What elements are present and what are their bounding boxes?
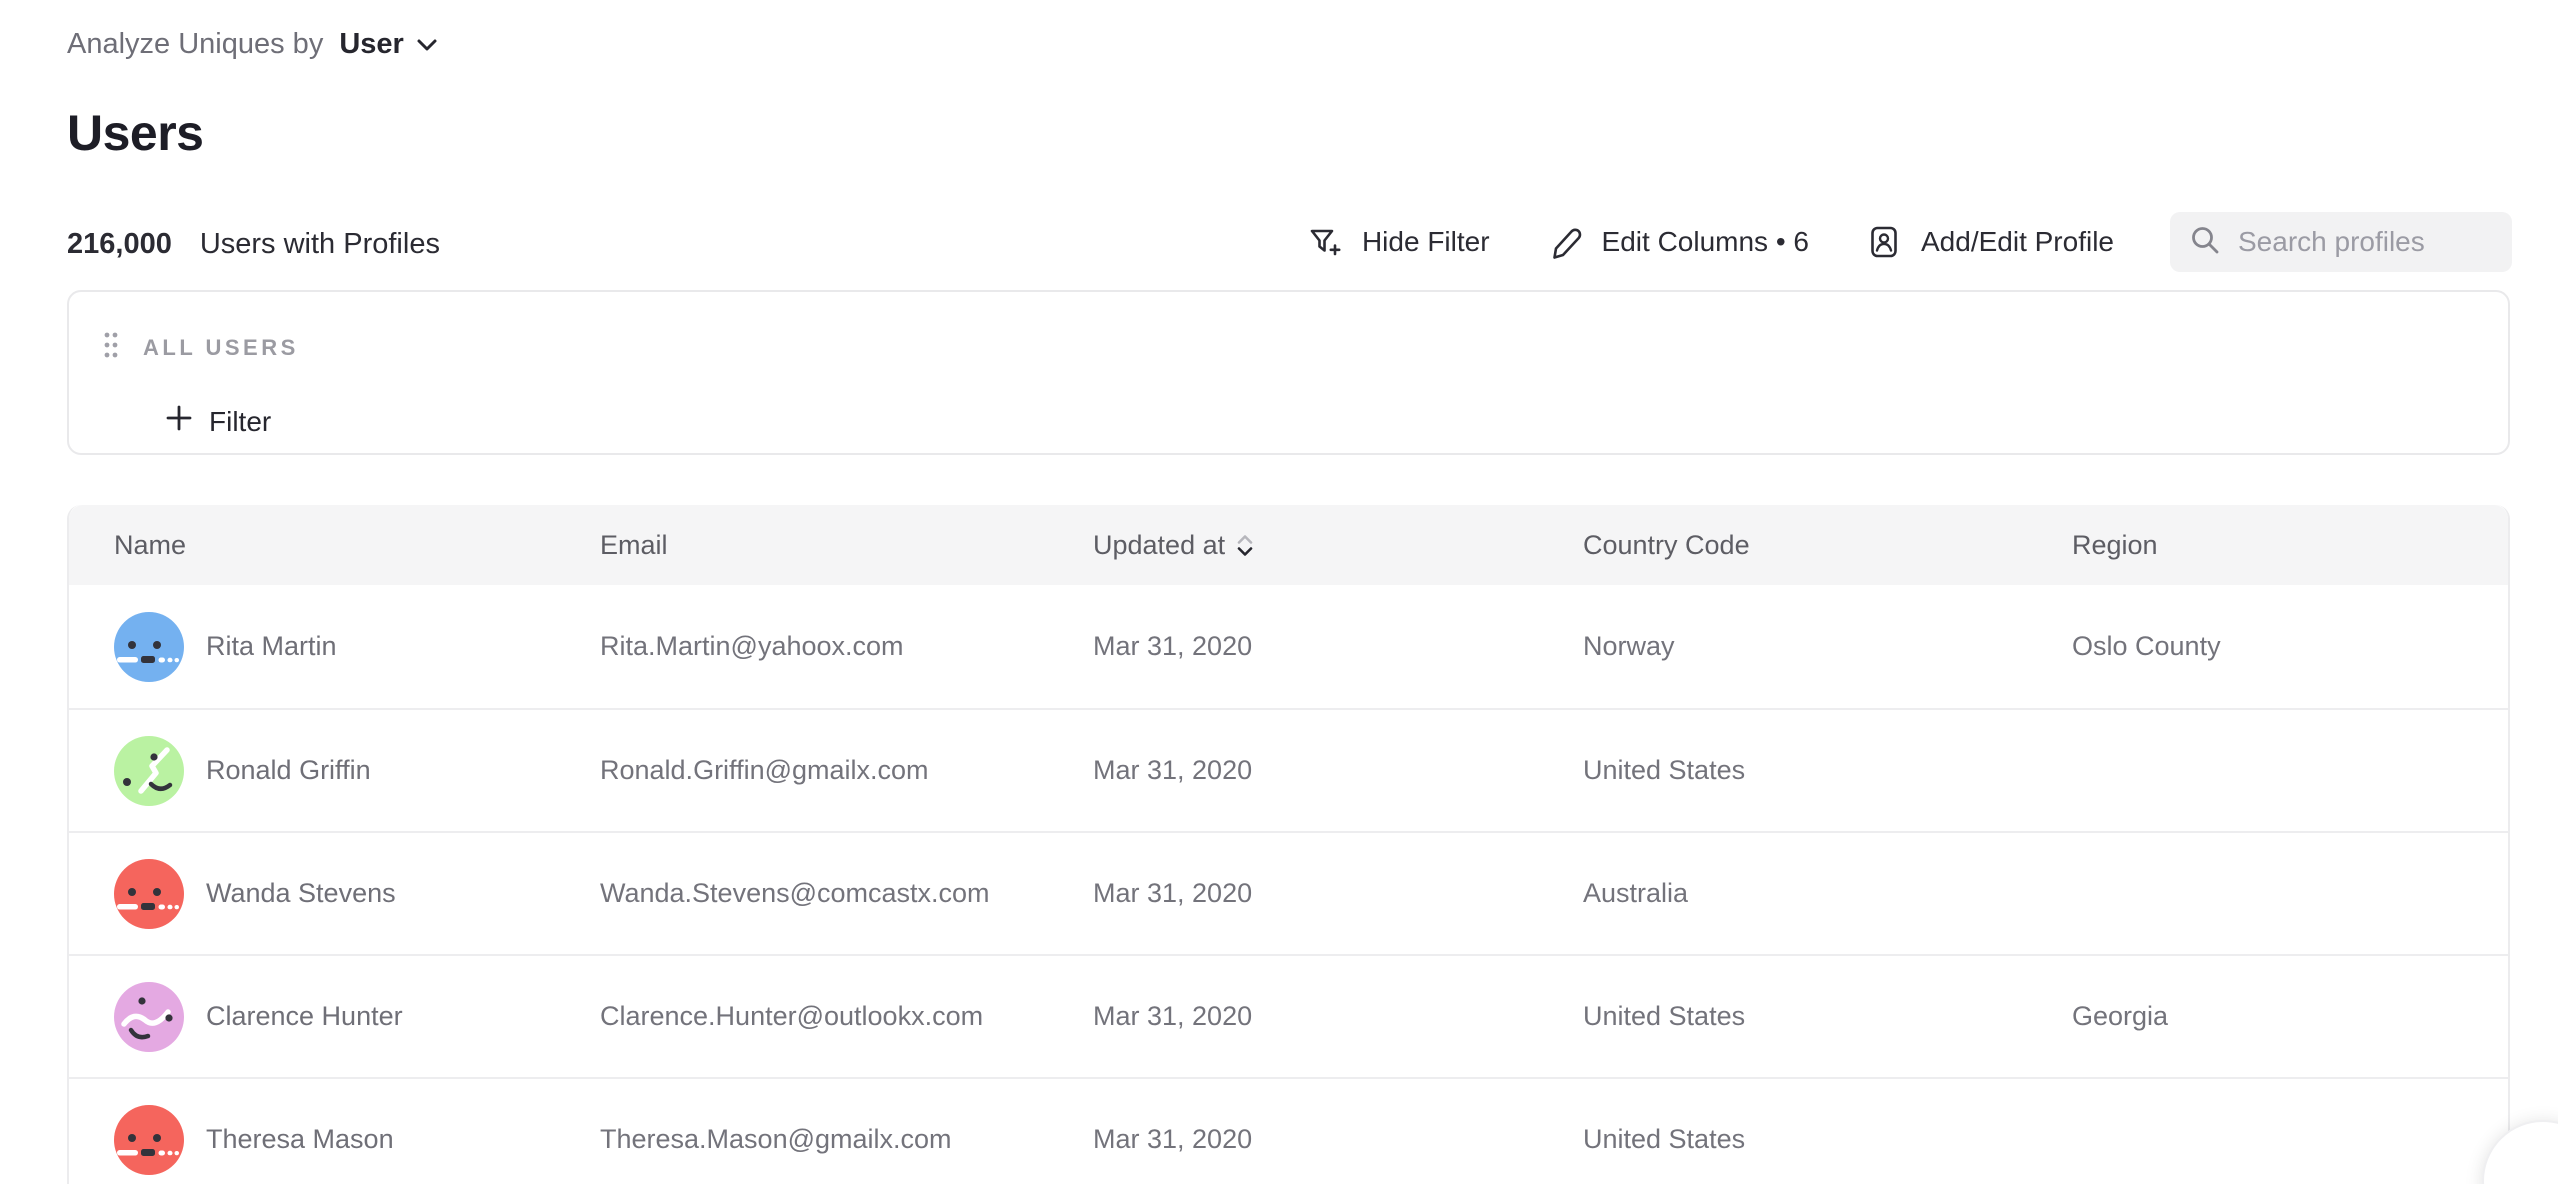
- breadcrumb: Analyze Uniques by User: [67, 28, 438, 61]
- toolbar: Hide Filter Edit Columns • 6 Add/Edit Pr…: [1306, 212, 2512, 272]
- search-icon: [2188, 223, 2222, 262]
- analyze-by-dropdown[interactable]: User: [339, 28, 404, 61]
- profiles-count: 216,000 Users with Profiles: [67, 228, 440, 261]
- column-header-updated-at[interactable]: Updated at: [1093, 530, 1583, 561]
- hide-filter-button[interactable]: Hide Filter: [1306, 223, 1490, 261]
- user-region: Oslo County: [2072, 631, 2508, 662]
- edit-columns-label: Edit Columns • 6: [1602, 226, 1809, 258]
- edit-columns-button[interactable]: Edit Columns • 6: [1546, 223, 1809, 261]
- user-name: Theresa Mason: [206, 1124, 394, 1155]
- user-country: United States: [1583, 1001, 2072, 1032]
- users-page: Analyze Uniques by User Users 216,000 Us…: [0, 0, 2558, 1184]
- user-country: Australia: [1583, 878, 2072, 909]
- table-row[interactable]: Theresa Mason Theresa.Mason@gmailx.com M…: [69, 1077, 2508, 1184]
- user-name: Rita Martin: [206, 631, 337, 662]
- column-header-email[interactable]: Email: [600, 530, 1093, 561]
- avatar: [114, 612, 184, 682]
- table-row[interactable]: Wanda Stevens Wanda.Stevens@comcastx.com…: [69, 831, 2508, 954]
- add-filter-button[interactable]: Filter: [165, 404, 271, 439]
- table-row[interactable]: Ronald Griffin Ronald.Griffin@gmailx.com…: [69, 708, 2508, 831]
- user-region: Georgia: [2072, 1001, 2508, 1032]
- avatar: [114, 982, 184, 1052]
- column-header-name[interactable]: Name: [114, 530, 600, 561]
- plus-icon: [165, 404, 193, 439]
- table-row[interactable]: Rita Martin Rita.Martin@yahoox.com Mar 3…: [69, 585, 2508, 708]
- filter-group-label: ALL USERS: [143, 335, 299, 361]
- user-email: Ronald.Griffin@gmailx.com: [600, 755, 1093, 786]
- add-edit-profile-button[interactable]: Add/Edit Profile: [1865, 223, 2114, 261]
- filter-panel: ALL USERS Filter: [67, 290, 2510, 455]
- user-name: Clarence Hunter: [206, 1001, 403, 1032]
- count-value: 216,000: [67, 228, 172, 261]
- user-email: Clarence.Hunter@outlookx.com: [600, 1001, 1093, 1032]
- user-name: Ronald Griffin: [206, 755, 371, 786]
- avatar: [114, 1105, 184, 1175]
- drag-handle-icon[interactable]: [103, 330, 119, 365]
- user-updated-at: Mar 31, 2020: [1093, 1001, 1583, 1032]
- user-country: Norway: [1583, 631, 2072, 662]
- user-updated-at: Mar 31, 2020: [1093, 631, 1583, 662]
- users-table: Name Email Updated at Country Code Regio…: [67, 505, 2510, 1184]
- page-title: Users: [67, 104, 204, 162]
- add-edit-profile-label: Add/Edit Profile: [1921, 226, 2114, 258]
- user-email: Wanda.Stevens@comcastx.com: [600, 878, 1093, 909]
- avatar: [114, 736, 184, 806]
- search-input[interactable]: [2238, 226, 2494, 258]
- user-email: Rita.Martin@yahoox.com: [600, 631, 1093, 662]
- table-header: Name Email Updated at Country Code Regio…: [69, 505, 2508, 585]
- chevron-down-icon[interactable]: [416, 38, 438, 52]
- user-email: Theresa.Mason@gmailx.com: [600, 1124, 1093, 1155]
- user-updated-at: Mar 31, 2020: [1093, 1124, 1583, 1155]
- add-filter-label: Filter: [209, 406, 271, 438]
- pencil-icon: [1546, 223, 1584, 261]
- count-label: Users with Profiles: [200, 228, 440, 261]
- funnel-plus-icon: [1306, 223, 1344, 261]
- user-name: Wanda Stevens: [206, 878, 396, 909]
- table-row[interactable]: Clarence Hunter Clarence.Hunter@outlookx…: [69, 954, 2508, 1077]
- user-updated-at: Mar 31, 2020: [1093, 878, 1583, 909]
- search-box[interactable]: [2170, 212, 2512, 272]
- avatar: [114, 859, 184, 929]
- profile-badge-icon: [1865, 223, 1903, 261]
- user-updated-at: Mar 31, 2020: [1093, 755, 1583, 786]
- sort-arrows-icon: [1237, 535, 1253, 556]
- user-country: United States: [1583, 1124, 2072, 1155]
- analyze-uniques-label: Analyze Uniques by: [67, 28, 323, 61]
- column-header-country-code[interactable]: Country Code: [1583, 530, 2072, 561]
- hide-filter-label: Hide Filter: [1362, 226, 1490, 258]
- column-header-region[interactable]: Region: [2072, 530, 2508, 561]
- user-country: United States: [1583, 755, 2072, 786]
